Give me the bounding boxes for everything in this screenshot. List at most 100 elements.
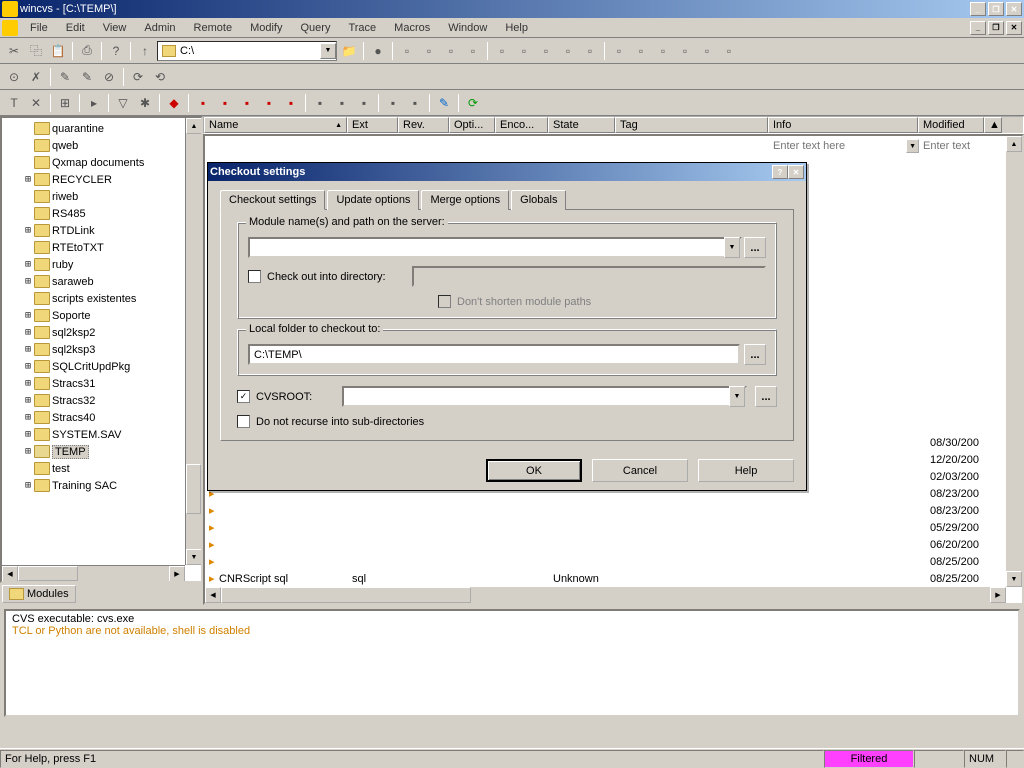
tool-icon[interactable]: ▫: [719, 41, 739, 61]
tree-item[interactable]: riweb: [4, 188, 199, 205]
tool-icon[interactable]: ▫: [419, 41, 439, 61]
tool-icon[interactable]: ⊞: [55, 93, 75, 113]
scrollbar-thumb[interactable]: [221, 587, 471, 603]
expand-icon[interactable]: ⊞: [22, 344, 34, 355]
tool-icon[interactable]: ⟲: [150, 67, 170, 87]
expand-icon[interactable]: ⊞: [22, 310, 34, 321]
scroll-up-icon[interactable]: ▲: [186, 118, 202, 134]
menu-help[interactable]: Help: [497, 20, 536, 36]
tool-icon[interactable]: T: [4, 93, 24, 113]
tree-item[interactable]: Qxmap documents: [4, 154, 199, 171]
tree-item[interactable]: ⊞RTDLink: [4, 222, 199, 239]
col-rev[interactable]: Rev.: [398, 117, 449, 133]
tree-item[interactable]: ⊞RECYCLER: [4, 171, 199, 188]
col-info[interactable]: Info: [768, 117, 918, 133]
tool-icon[interactable]: ✗: [26, 67, 46, 87]
module-name-input[interactable]: [248, 237, 742, 258]
ok-button[interactable]: OK: [486, 459, 582, 482]
browse-folder-button[interactable]: ...: [744, 344, 766, 365]
file-row[interactable]: ▸05/29/200: [205, 519, 1006, 536]
tool-icon[interactable]: ▪: [215, 93, 235, 113]
expand-icon[interactable]: ⊞: [22, 378, 34, 389]
dialog-help-button[interactable]: ?: [772, 165, 788, 179]
tool-icon[interactable]: ◆: [164, 93, 184, 113]
tool-icon[interactable]: ▫: [653, 41, 673, 61]
menu-remote[interactable]: Remote: [186, 20, 241, 36]
tree-item[interactable]: ⊞SQLCritUpdPkg: [4, 358, 199, 375]
scrollbar-thumb[interactable]: [18, 566, 78, 581]
tree-item[interactable]: qweb: [4, 137, 199, 154]
tool-icon[interactable]: ▫: [558, 41, 578, 61]
tree-item[interactable]: ⊞TEMP: [4, 443, 199, 460]
tool-icon[interactable]: ▪: [383, 93, 403, 113]
file-row[interactable]: ▸CNRScript sqlsqlUnknown08/25/200: [205, 570, 1006, 587]
maximize-button[interactable]: ❐: [988, 2, 1004, 16]
local-folder-input[interactable]: [248, 344, 740, 365]
minimize-button[interactable]: _: [970, 2, 986, 16]
help-icon[interactable]: ?: [106, 41, 126, 61]
tool-icon[interactable]: ⊘: [99, 67, 119, 87]
tool-icon[interactable]: ✎: [434, 93, 454, 113]
tool-icon[interactable]: ▪: [310, 93, 330, 113]
tool-icon[interactable]: ⟳: [128, 67, 148, 87]
scroll-right-icon[interactable]: ▶: [990, 587, 1006, 603]
tree-item[interactable]: ⊞saraweb: [4, 273, 199, 290]
menu-admin[interactable]: Admin: [136, 20, 183, 36]
tree-item[interactable]: ⊞Stracs31: [4, 375, 199, 392]
file-row[interactable]: ▸08/23/200: [205, 502, 1006, 519]
tool-icon[interactable]: ▸: [84, 93, 104, 113]
menu-query[interactable]: Query: [292, 20, 338, 36]
dialog-titlebar[interactable]: Checkout settings ? ✕: [208, 163, 806, 181]
tree-item[interactable]: ⊞sql2ksp2: [4, 324, 199, 341]
tab-merge-options[interactable]: Merge options: [421, 190, 509, 210]
folder-tree[interactable]: quarantineqwebQxmap documents⊞RECYCLERri…: [0, 116, 203, 583]
menu-trace[interactable]: Trace: [340, 20, 384, 36]
copy-icon[interactable]: ⿻: [26, 41, 46, 61]
tree-item[interactable]: ⊞Stracs32: [4, 392, 199, 409]
path-combo[interactable]: C:\ ▼: [157, 41, 337, 61]
col-ext[interactable]: Ext: [347, 117, 398, 133]
tree-item[interactable]: RTEtoTXT: [4, 239, 199, 256]
up-folder-icon[interactable]: ↑: [135, 41, 155, 61]
tool-icon[interactable]: ▪: [332, 93, 352, 113]
menu-window[interactable]: Window: [440, 20, 495, 36]
scroll-left-icon[interactable]: ◀: [2, 566, 18, 582]
scroll-down-icon[interactable]: ▼: [1006, 571, 1022, 587]
print-icon[interactable]: ⎙: [77, 41, 97, 61]
filter-info-input[interactable]: [769, 138, 906, 154]
tab-checkout-settings[interactable]: Checkout settings: [220, 190, 325, 210]
browse-module-button[interactable]: ...: [744, 237, 766, 258]
tab-update-options[interactable]: Update options: [327, 190, 419, 210]
tool-icon[interactable]: ▪: [354, 93, 374, 113]
paste-icon[interactable]: 📋: [48, 41, 68, 61]
modules-tab[interactable]: Modules: [2, 585, 76, 603]
scroll-up-icon[interactable]: ▲: [1006, 136, 1022, 152]
refresh-icon[interactable]: ⟳: [463, 93, 483, 113]
tool-icon[interactable]: ▫: [580, 41, 600, 61]
expand-icon[interactable]: ⊞: [22, 480, 34, 491]
tool-icon[interactable]: ▫: [675, 41, 695, 61]
no-recurse-checkbox[interactable]: [237, 415, 250, 428]
expand-icon[interactable]: ⊞: [22, 429, 34, 440]
browse-cvsroot-button[interactable]: ...: [755, 386, 777, 407]
expand-icon[interactable]: ⊞: [22, 395, 34, 406]
tree-item[interactable]: ⊞Training SAC: [4, 477, 199, 494]
file-row[interactable]: ▸08/25/200: [205, 553, 1006, 570]
tool-icon[interactable]: ▫: [463, 41, 483, 61]
scroll-down-icon[interactable]: ▼: [186, 549, 202, 565]
tool-icon[interactable]: ✱: [135, 93, 155, 113]
tree-item[interactable]: scripts existentes: [4, 290, 199, 307]
filter-icon[interactable]: ▽: [113, 93, 133, 113]
col-modified[interactable]: Modified: [918, 117, 984, 133]
menu-view[interactable]: View: [95, 20, 135, 36]
tool-icon[interactable]: ▪: [281, 93, 301, 113]
scroll-right-icon[interactable]: ▶: [169, 566, 185, 582]
tool-icon[interactable]: ▪: [193, 93, 213, 113]
scroll-left-icon[interactable]: ◀: [205, 587, 221, 603]
tool-icon[interactable]: ✎: [77, 67, 97, 87]
menu-modify[interactable]: Modify: [242, 20, 290, 36]
expand-icon[interactable]: ⊞: [22, 446, 34, 457]
cancel-button[interactable]: Cancel: [592, 459, 688, 482]
tree-item[interactable]: ⊞sql2ksp3: [4, 341, 199, 358]
tool-icon[interactable]: ✎: [55, 67, 75, 87]
